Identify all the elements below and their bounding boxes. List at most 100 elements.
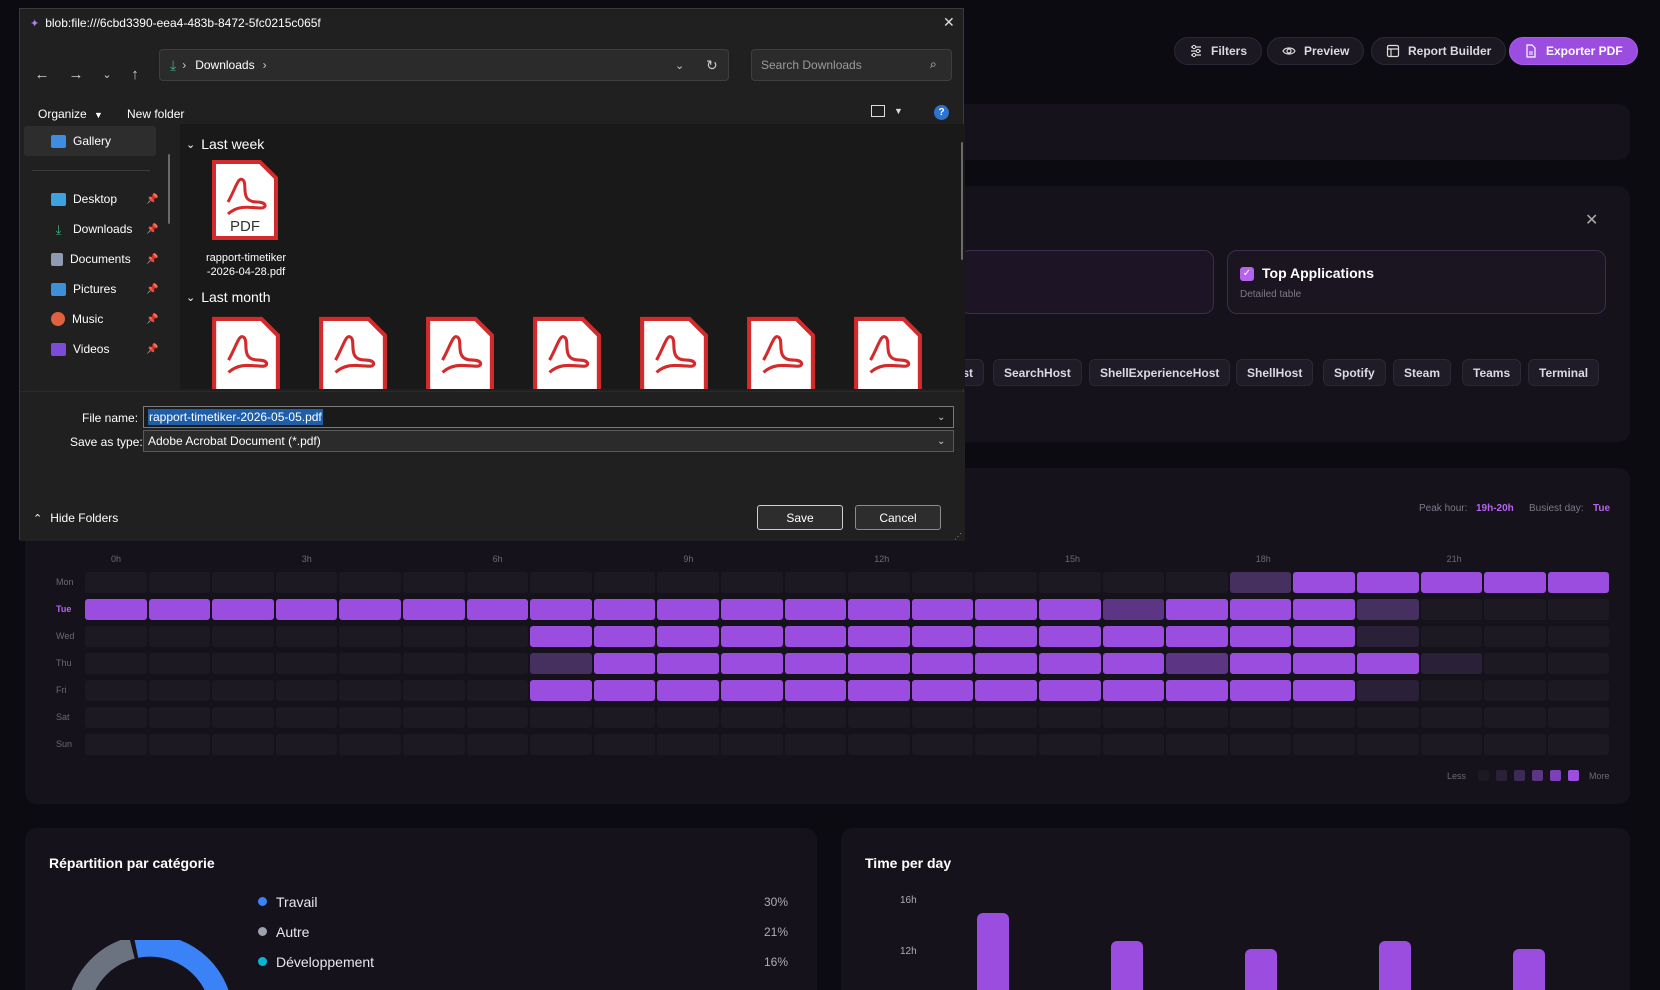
- heatmap-cell[interactable]: [275, 599, 338, 620]
- heatmap-cell[interactable]: [1357, 599, 1419, 620]
- breadcrumb-downloads[interactable]: Downloads: [195, 58, 254, 72]
- heatmap-cell[interactable]: [1039, 680, 1101, 701]
- heatmap-cell[interactable]: [212, 572, 274, 593]
- preview-button[interactable]: Preview: [1267, 37, 1365, 65]
- heatmap-cell[interactable]: [1484, 572, 1546, 593]
- app-chip[interactable]: ShellExperienceHost: [1089, 359, 1231, 386]
- file-item[interactable]: [531, 314, 603, 389]
- heatmap-cell[interactable]: [848, 599, 910, 620]
- heatmap-cell[interactable]: [1547, 680, 1610, 701]
- heatmap-cell[interactable]: [721, 599, 783, 620]
- heatmap-cell[interactable]: [85, 680, 147, 701]
- heatmap-cell[interactable]: [1166, 599, 1228, 620]
- heatmap-cell[interactable]: [339, 626, 401, 647]
- heatmap-cell[interactable]: [1102, 599, 1165, 620]
- heatmap-cell[interactable]: [212, 734, 274, 755]
- heatmap-cell[interactable]: [339, 572, 401, 593]
- new-folder-button[interactable]: New folder: [127, 107, 184, 121]
- heatmap-cell[interactable]: [1484, 626, 1546, 647]
- heatmap-cell[interactable]: [1357, 707, 1419, 728]
- heatmap-cell[interactable]: [1102, 734, 1165, 755]
- heatmap-cell[interactable]: [848, 572, 910, 593]
- file-item[interactable]: [210, 314, 282, 389]
- heatmap-cell[interactable]: [403, 653, 465, 674]
- file-item[interactable]: [317, 314, 389, 389]
- heatmap-cell[interactable]: [975, 626, 1037, 647]
- heatmap-cell[interactable]: [1102, 707, 1165, 728]
- heatmap-cell[interactable]: [1420, 653, 1483, 674]
- sidebar-scrollbar[interactable]: [168, 154, 170, 224]
- search-input[interactable]: Search Downloads ⌕: [751, 49, 952, 81]
- heatmap-cell[interactable]: [1293, 734, 1355, 755]
- heatmap-cell[interactable]: [1039, 626, 1101, 647]
- file-name-dropdown-icon[interactable]: ⌄: [937, 412, 945, 423]
- heatmap-cell[interactable]: [1229, 653, 1292, 674]
- dialog-close-icon[interactable]: ✕: [943, 14, 955, 31]
- heatmap-cell[interactable]: [975, 572, 1037, 593]
- heatmap-cell[interactable]: [911, 707, 974, 728]
- heatmap-cell[interactable]: [466, 653, 529, 674]
- heatmap-cell[interactable]: [593, 653, 656, 674]
- heatmap-cell[interactable]: [339, 707, 401, 728]
- heatmap-cell[interactable]: [466, 707, 529, 728]
- heatmap-cell[interactable]: [212, 653, 274, 674]
- heatmap-cell[interactable]: [403, 680, 465, 701]
- heatmap-cell[interactable]: [1293, 572, 1355, 593]
- heatmap-cell[interactable]: [657, 599, 719, 620]
- heatmap-cell[interactable]: [212, 680, 274, 701]
- heatmap-cell[interactable]: [1357, 653, 1419, 674]
- heatmap-cell[interactable]: [530, 626, 592, 647]
- heatmap-cell[interactable]: [275, 626, 338, 647]
- heatmap-cell[interactable]: [275, 572, 338, 593]
- heatmap-cell[interactable]: [1166, 653, 1228, 674]
- heatmap-cell[interactable]: [339, 680, 401, 701]
- heatmap-cell[interactable]: [721, 653, 783, 674]
- pin-icon[interactable]: 📌: [146, 224, 158, 235]
- heatmap-cell[interactable]: [1039, 653, 1101, 674]
- heatmap-cell[interactable]: [275, 653, 338, 674]
- heatmap-cell[interactable]: [657, 734, 719, 755]
- heatmap-cell[interactable]: [1484, 599, 1546, 620]
- app-chip[interactable]: Terminal: [1528, 359, 1600, 386]
- heatmap-cell[interactable]: [1357, 680, 1419, 701]
- sidebar-item-gallery[interactable]: Gallery: [24, 126, 156, 156]
- heatmap-cell[interactable]: [530, 572, 592, 593]
- heatmap-cell[interactable]: [1547, 626, 1610, 647]
- heatmap-cell[interactable]: [212, 599, 274, 620]
- app-chip[interactable]: Spotify: [1323, 359, 1386, 386]
- heatmap-cell[interactable]: [275, 707, 338, 728]
- filters-button[interactable]: Filters: [1174, 37, 1263, 65]
- heatmap-cell[interactable]: [848, 680, 910, 701]
- heatmap-cell[interactable]: [911, 572, 974, 593]
- heatmap-cell[interactable]: [1293, 707, 1355, 728]
- heatmap-cell[interactable]: [148, 707, 211, 728]
- heatmap-cell[interactable]: [1293, 626, 1355, 647]
- heatmap-cell[interactable]: [593, 734, 656, 755]
- file-name-field[interactable]: rapport-timetiker-2026-05-05.pdf ⌄: [143, 406, 954, 428]
- heatmap-cell[interactable]: [593, 599, 656, 620]
- heatmap-cell[interactable]: [148, 572, 211, 593]
- heatmap-cell[interactable]: [1484, 680, 1546, 701]
- recent-dropdown-icon[interactable]: ⌄: [97, 64, 117, 84]
- heatmap-cell[interactable]: [1420, 680, 1483, 701]
- time-per-day-bar[interactable]: [977, 913, 1009, 990]
- heatmap-cell[interactable]: [1039, 599, 1101, 620]
- report-builder-button[interactable]: Report Builder: [1371, 37, 1507, 65]
- heatmap-cell[interactable]: [212, 626, 274, 647]
- heatmap-cell[interactable]: [466, 599, 529, 620]
- heatmap-cell[interactable]: [1420, 599, 1483, 620]
- heatmap-cell[interactable]: [403, 599, 465, 620]
- heatmap-cell[interactable]: [1547, 734, 1610, 755]
- heatmap-cell[interactable]: [657, 653, 719, 674]
- heatmap-cell[interactable]: [530, 599, 592, 620]
- pin-icon[interactable]: 📌: [146, 284, 158, 295]
- heatmap-cell[interactable]: [1229, 707, 1292, 728]
- heatmap-cell[interactable]: [85, 572, 147, 593]
- heatmap-cell[interactable]: [1357, 572, 1419, 593]
- heatmap-cell[interactable]: [1357, 734, 1419, 755]
- back-arrow-icon[interactable]: ←: [32, 64, 52, 84]
- heatmap-cell[interactable]: [403, 734, 465, 755]
- refresh-icon[interactable]: ↻: [706, 57, 718, 74]
- heatmap-cell[interactable]: [911, 653, 974, 674]
- heatmap-cell[interactable]: [403, 572, 465, 593]
